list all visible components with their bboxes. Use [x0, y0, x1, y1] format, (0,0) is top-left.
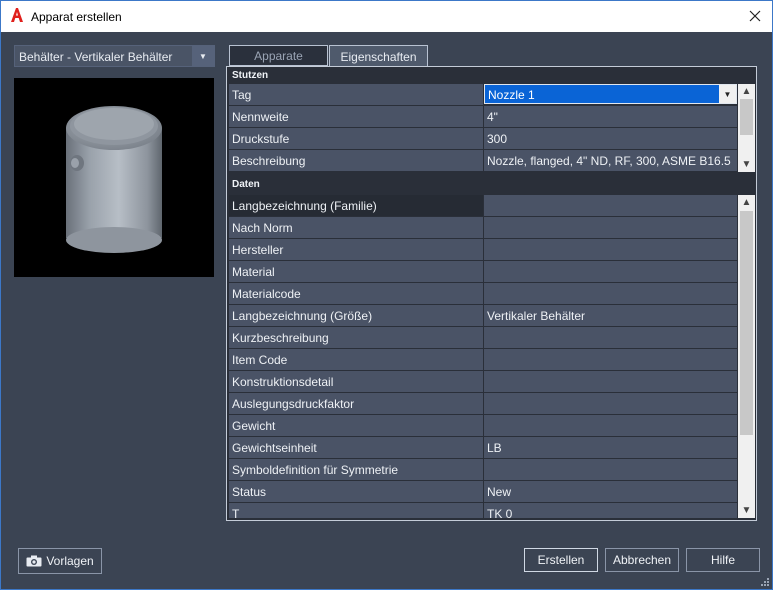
equipment-preview — [14, 78, 214, 277]
property-value[interactable] — [484, 393, 737, 414]
resize-grip-icon[interactable] — [760, 577, 770, 587]
property-label: Item Code — [229, 349, 483, 370]
property-label: Gewicht — [229, 415, 483, 436]
autocad-app-icon — [11, 8, 23, 22]
property-value[interactable]: Nozzle, flanged, 4" ND, RF, 300, ASME B1… — [484, 150, 737, 171]
property-value[interactable]: Vertikaler Behälter — [484, 305, 737, 326]
property-label: Konstruktionsdetail — [229, 371, 483, 392]
tag-dropdown-value: Nozzle 1 — [488, 88, 535, 102]
property-label: Material — [229, 261, 483, 282]
chevron-up-icon[interactable]: ▲ — [738, 195, 755, 210]
property-label: Nennweite — [229, 106, 483, 127]
property-label: Tag — [229, 84, 483, 105]
close-button[interactable] — [738, 1, 772, 31]
daten-row[interactable]: Material — [229, 261, 737, 283]
property-label: Kurzbeschreibung — [229, 327, 483, 348]
daten-row[interactable]: Kurzbeschreibung — [229, 327, 737, 349]
dialog-window: Apparat erstellen Behälter - Vertikaler … — [0, 0, 773, 590]
property-label: Langbezeichnung (Familie) — [229, 195, 483, 216]
vorlagen-label: Vorlagen — [46, 554, 94, 568]
daten-row[interactable]: Hersteller — [229, 239, 737, 261]
property-value[interactable] — [484, 239, 737, 260]
properties-panel: Stutzen Tag Nozzle 1 ▼ Nennweite 4" Druc… — [226, 66, 757, 521]
daten-grid: Langbezeichnung (Familie) Nach Norm Hers… — [229, 195, 737, 518]
property-label: Auslegungsdruckfaktor — [229, 393, 483, 414]
property-label: Status — [229, 481, 483, 502]
property-label: Symboldefinition für Symmetrie — [229, 459, 483, 480]
chevron-down-icon[interactable]: ▼ — [738, 157, 755, 172]
daten-row[interactable]: Materialcode — [229, 283, 737, 305]
section-header-daten: Daten — [229, 176, 755, 193]
tab-apparate[interactable]: Apparate — [229, 45, 328, 66]
erstellen-button[interactable]: Erstellen — [524, 548, 598, 572]
hilfe-label: Hilfe — [710, 553, 735, 567]
daten-row[interactable]: Symboldefinition für Symmetrie — [229, 459, 737, 481]
property-value[interactable] — [484, 349, 737, 370]
scrollbar-thumb[interactable] — [740, 99, 753, 135]
property-value[interactable]: TK 0 — [484, 503, 737, 518]
chevron-down-icon[interactable]: ▼ — [719, 85, 736, 103]
stutzen-row[interactable]: Beschreibung Nozzle, flanged, 4" ND, RF,… — [229, 150, 737, 172]
chevron-down-icon[interactable]: ▼ — [192, 46, 214, 66]
property-value[interactable] — [484, 415, 737, 436]
chevron-up-icon[interactable]: ▲ — [738, 84, 755, 99]
chevron-down-icon[interactable]: ▼ — [738, 503, 755, 518]
stutzen-row[interactable]: Nennweite 4" — [229, 106, 737, 128]
erstellen-label: Erstellen — [537, 553, 585, 567]
vessel-3d-image — [66, 106, 162, 253]
property-value[interactable] — [484, 195, 737, 216]
property-label: Materialcode — [229, 283, 483, 304]
property-label: Beschreibung — [229, 150, 483, 171]
window-title: Apparat erstellen — [31, 10, 122, 24]
daten-row[interactable]: Nach Norm — [229, 217, 737, 239]
tab-eigenschaften[interactable]: Eigenschaften — [329, 45, 428, 67]
camera-icon — [26, 555, 42, 567]
property-value[interactable] — [484, 217, 737, 238]
daten-row[interactable]: Langbezeichnung (Familie) — [229, 195, 737, 217]
property-value[interactable] — [484, 371, 737, 392]
daten-row[interactable]: T TK 0 — [229, 503, 737, 518]
property-label: Langbezeichnung (Größe) — [229, 305, 483, 326]
title-bar: Apparat erstellen — [1, 1, 772, 32]
vorlagen-button[interactable]: Vorlagen — [18, 548, 102, 574]
stutzen-scrollbar[interactable]: ▲ ▼ — [738, 84, 755, 172]
abbrechen-button[interactable]: Abbrechen — [605, 548, 679, 572]
scrollbar-thumb[interactable] — [740, 211, 753, 435]
stutzen-row[interactable]: Tag Nozzle 1 ▼ — [229, 84, 737, 106]
property-label: Druckstufe — [229, 128, 483, 149]
hilfe-button[interactable]: Hilfe — [686, 548, 760, 572]
daten-row[interactable]: Langbezeichnung (Größe) Vertikaler Behäl… — [229, 305, 737, 327]
property-value[interactable]: LB — [484, 437, 737, 458]
property-value[interactable] — [484, 459, 737, 480]
property-value[interactable] — [484, 261, 737, 282]
property-label: Hersteller — [229, 239, 483, 260]
daten-scrollbar[interactable]: ▲ ▼ — [738, 195, 755, 518]
property-value[interactable] — [484, 283, 737, 304]
property-value[interactable]: 300 — [484, 128, 737, 149]
dialog-body: Behälter - Vertikaler Behälter ▼ Apparat… — [1, 32, 772, 589]
equipment-type-select[interactable]: Behälter - Vertikaler Behälter ▼ — [14, 45, 215, 67]
property-label: T — [229, 503, 483, 518]
daten-row[interactable]: Konstruktionsdetail — [229, 371, 737, 393]
daten-row[interactable]: Gewicht — [229, 415, 737, 437]
daten-row[interactable]: Gewichtseinheit LB — [229, 437, 737, 459]
daten-row[interactable]: Auslegungsdruckfaktor — [229, 393, 737, 415]
property-value[interactable]: 4" — [484, 106, 737, 127]
tag-dropdown[interactable]: Nozzle 1 ▼ — [484, 84, 737, 104]
section-header-stutzen: Stutzen — [229, 67, 755, 84]
property-value[interactable] — [484, 327, 737, 348]
close-icon — [749, 10, 761, 22]
property-label: Gewichtseinheit — [229, 437, 483, 458]
stutzen-row[interactable]: Druckstufe 300 — [229, 128, 737, 150]
property-label: Nach Norm — [229, 217, 483, 238]
stutzen-grid: Tag Nozzle 1 ▼ Nennweite 4" Druckstufe 3… — [229, 84, 737, 172]
equipment-type-value: Behälter - Vertikaler Behälter — [19, 50, 173, 64]
daten-row[interactable]: Status New — [229, 481, 737, 503]
abbrechen-label: Abbrechen — [612, 553, 672, 567]
property-value[interactable]: New — [484, 481, 737, 502]
daten-row[interactable]: Item Code — [229, 349, 737, 371]
